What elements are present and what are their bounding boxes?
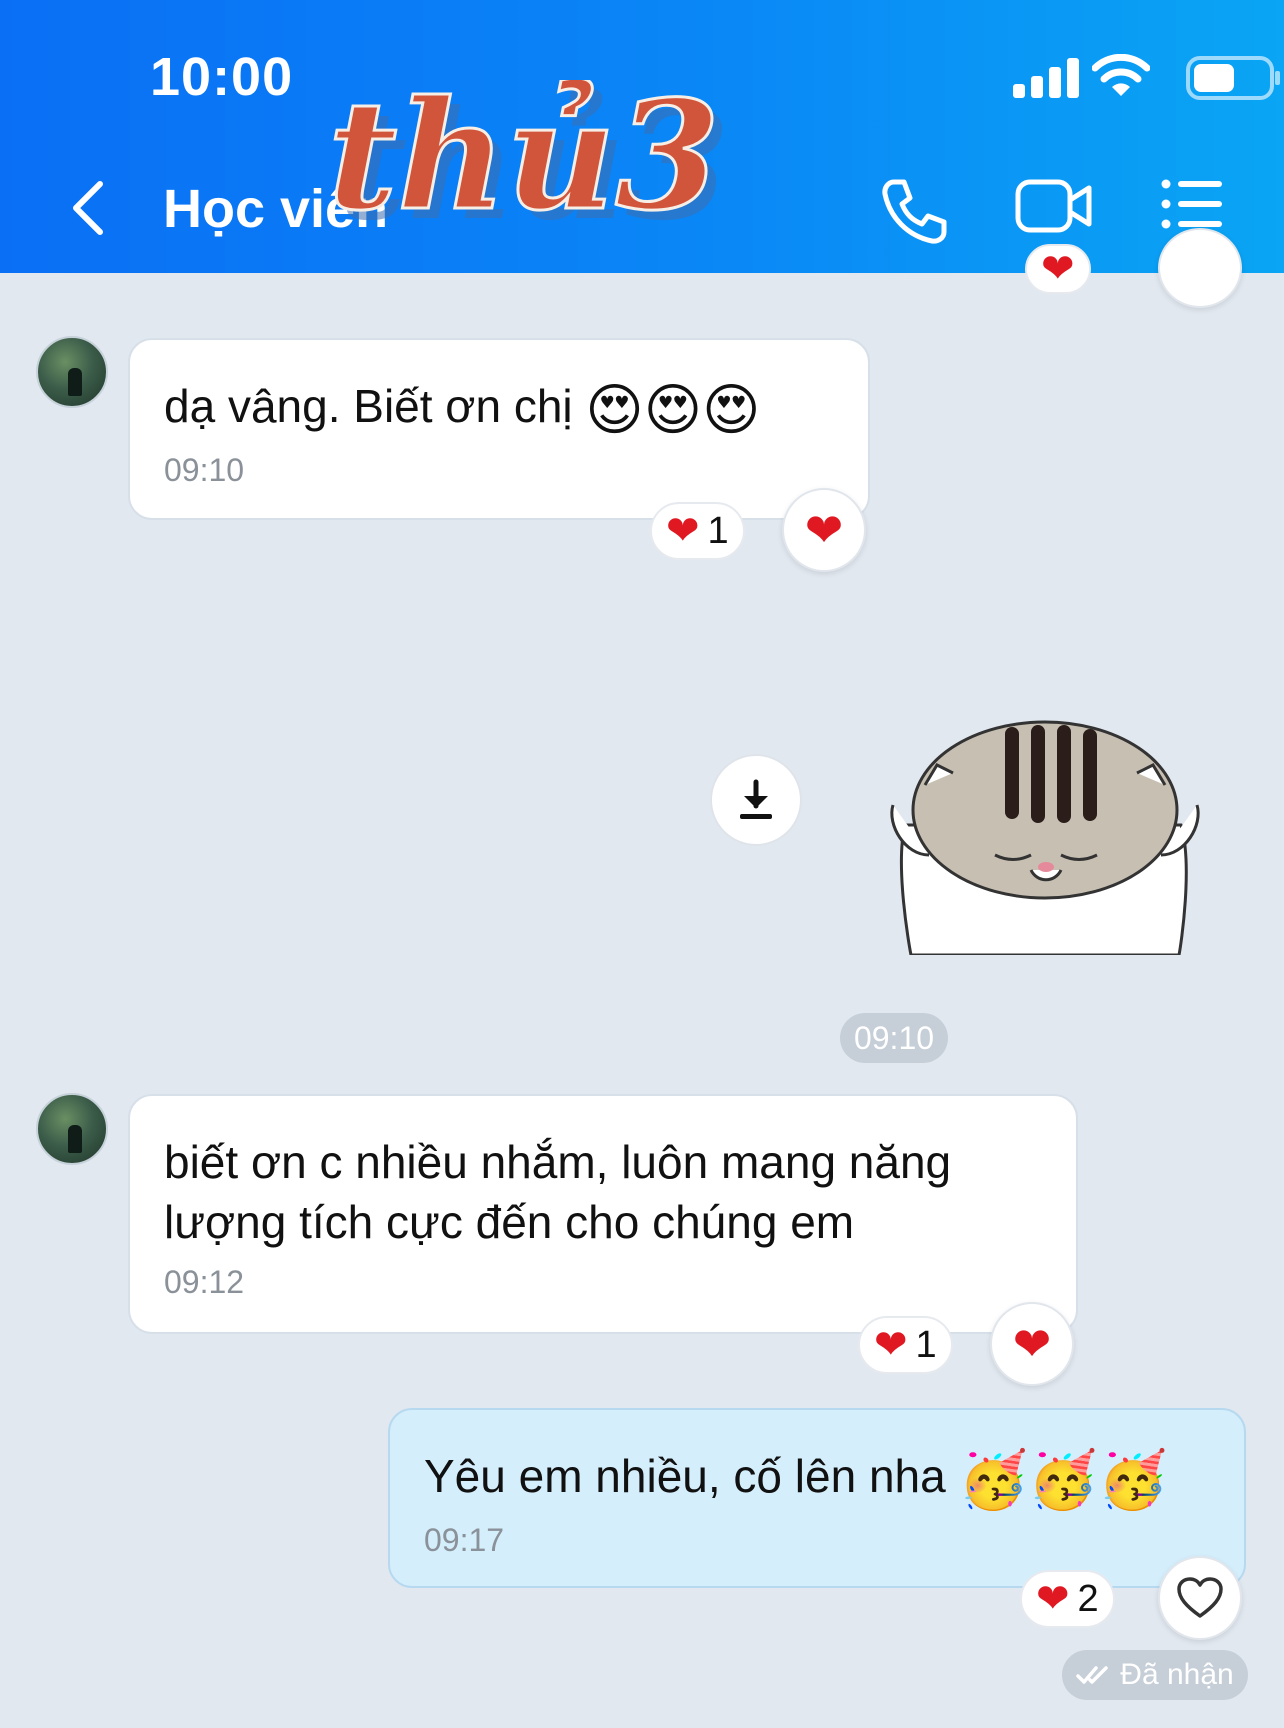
heart-icon: ❤ [804,504,844,556]
phone-call-icon[interactable] [880,176,950,246]
heart-icon: ❤ [1041,247,1075,291]
chat-header: 10:00 Học viên thủ3 thủ3 [0,0,1284,273]
reaction-pill[interactable]: ❤ 1 [650,502,745,560]
battery-icon [1186,56,1280,100]
download-button[interactable] [710,754,802,846]
back-arrow-icon[interactable] [64,178,114,238]
heart-icon: ❤ [1012,1318,1052,1370]
signal-icon [1013,58,1079,98]
avatar[interactable] [36,336,108,408]
heart-outline-icon [1177,1577,1223,1618]
svg-text:thủ3: thủ3 [328,80,720,244]
message-text: dạ vâng. Biết ơn chị 😍😍😍 [164,376,834,440]
heart-icon: ❤ [874,1323,908,1367]
message-time: 09:10 [164,451,245,488]
previous-react-button[interactable] [1158,228,1242,308]
message-text-content: Yêu em nhiều, cố lên nha [424,1450,946,1502]
message-time: 09:17 [424,1521,505,1558]
double-check-icon [1076,1666,1109,1684]
time-separator: 09:10 [840,1013,948,1063]
message-bubble-2[interactable]: biết ơn c nhiều nhắm, luôn mang năng lượ… [128,1094,1078,1334]
cat-sticker[interactable] [885,715,1205,955]
reaction-count: 1 [707,510,729,552]
reaction-pill[interactable]: ❤ 1 [858,1316,953,1374]
wifi-icon [1092,54,1150,96]
heart-icon: ❤ [666,509,700,553]
party-face-emoji: 🥳🥳🥳 [958,1447,1168,1511]
download-icon [740,779,772,819]
react-button[interactable]: ❤ [782,488,866,572]
avatar[interactable] [36,1093,108,1165]
video-call-icon[interactable] [1015,176,1093,236]
status-time: 10:00 [150,47,294,107]
menu-icon[interactable] [1160,176,1224,232]
watermark-logo: thủ3 thủ3 [327,80,730,250]
reaction-count: 1 [915,1324,937,1366]
previous-reaction-pill[interactable]: ❤ [1025,244,1091,294]
react-button[interactable] [1158,1556,1242,1640]
message-text: Yêu em nhiều, cố lên nha 🥳🥳🥳 [424,1446,1210,1510]
heart-icon: ❤ [1036,1577,1070,1621]
message-bubble-1[interactable]: dạ vâng. Biết ơn chị 😍😍😍 09:10 [128,338,870,520]
message-time: 09:12 [164,1264,245,1300]
react-button[interactable]: ❤ [990,1302,1074,1386]
delivery-status: Đã nhận [1062,1650,1248,1700]
heart-eyes-emoji: 😍😍😍 [585,377,761,441]
message-text: biết ơn c nhiều nhắm, luôn mang năng lượ… [164,1136,952,1248]
my-message-bubble[interactable]: Yêu em nhiều, cố lên nha 🥳🥳🥳 09:17 [388,1408,1246,1588]
reaction-pill[interactable]: ❤ 2 [1020,1570,1115,1628]
message-text-content: dạ vâng. Biết ơn chị [164,380,573,432]
delivery-status-text: Đã nhận [1120,1658,1234,1691]
reaction-count: 2 [1077,1578,1099,1620]
